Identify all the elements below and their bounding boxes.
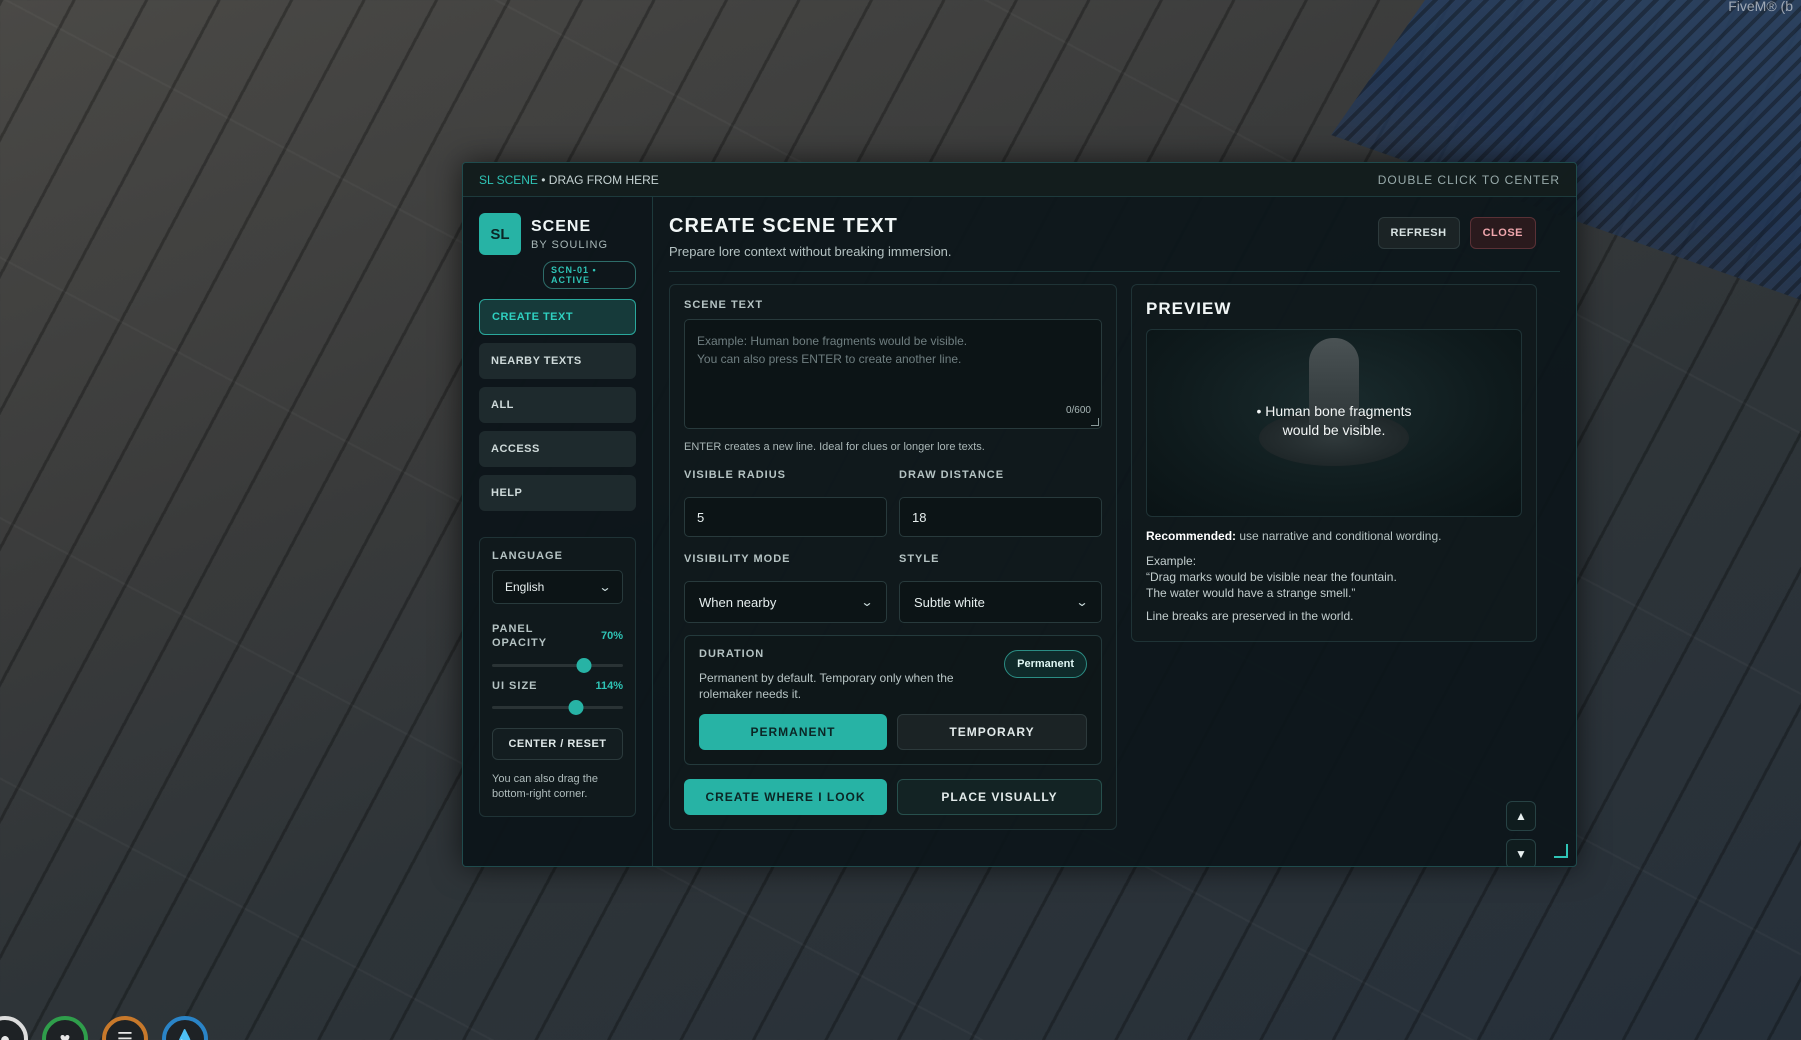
preview-viewport: • Human bone fragments would be visible. xyxy=(1146,329,1522,517)
water-drop-icon: 💧 xyxy=(162,1016,208,1040)
place-visually-button[interactable]: PLACE VISUALLY xyxy=(897,779,1102,815)
style-label: STYLE xyxy=(899,553,940,565)
preview-scene-text: • Human bone fragments would be visible. xyxy=(1147,402,1521,440)
scene-form: SCENE TEXT Example: Human bone fragments… xyxy=(669,284,1117,830)
permanent-button[interactable]: PERMANENT xyxy=(699,714,887,750)
scene-text-placeholder-line1: Example: Human bone fragments would be v… xyxy=(697,334,968,348)
example-line2: The water would have a strange smell.” xyxy=(1146,586,1356,600)
chevron-down-icon: ⌄ xyxy=(598,580,612,594)
recommendation: Recommended: use narrative and condition… xyxy=(1146,529,1522,543)
char-counter: 0/600 xyxy=(1065,405,1091,416)
center-reset-button[interactable]: CENTER / RESET xyxy=(492,728,623,760)
preview-title: PREVIEW xyxy=(1146,299,1232,318)
scene-text-placeholder-line2: You can also press ENTER to create anoth… xyxy=(697,352,962,366)
titlebar[interactable]: SL SCENE • DRAG FROM HERE DOUBLE CLICK T… xyxy=(463,163,1576,197)
logo-badge: SL xyxy=(479,213,521,255)
scene-window: SL SCENE • DRAG FROM HERE DOUBLE CLICK T… xyxy=(462,162,1577,867)
armor-icon: ☰ xyxy=(102,1016,148,1040)
distance-label: DRAW DISTANCE xyxy=(899,469,1005,481)
scene-text-input[interactable]: Example: Human bone fragments would be v… xyxy=(684,319,1102,429)
person-icon: ● xyxy=(0,1016,28,1040)
close-button[interactable]: CLOSE xyxy=(1469,217,1536,249)
radius-input[interactable]: 5 xyxy=(684,497,887,537)
recommendation-text: use narrative and conditional wording. xyxy=(1236,529,1442,543)
preview-panel: PREVIEW • Human bone fragments would be … xyxy=(1131,284,1537,642)
scene-text-help: ENTER creates a new line. Ideal for clue… xyxy=(684,441,985,453)
opacity-slider[interactable] xyxy=(492,658,623,673)
create-where-i-look-button[interactable]: CREATE WHERE I LOOK xyxy=(684,779,887,815)
sidebar-item-all[interactable]: ALL xyxy=(479,387,636,423)
language-value: English xyxy=(505,580,545,594)
player-hud: ● ♥ ☰ 💧 xyxy=(0,1016,208,1040)
distance-input[interactable]: 18 xyxy=(899,497,1102,537)
scroll-controls: ▲ ▼ xyxy=(1506,801,1536,866)
language-label: LANGUAGE xyxy=(492,550,563,562)
sidebar-item-access[interactable]: ACCESS xyxy=(479,431,636,467)
duration-status-badge: Permanent xyxy=(1004,650,1087,678)
style-value: Subtle white xyxy=(914,594,985,610)
ui-size-label: UI SIZE xyxy=(492,680,538,692)
refresh-button[interactable]: REFRESH xyxy=(1377,217,1460,249)
arrow-up-icon[interactable]: ▲ xyxy=(1506,801,1536,831)
app-title: SCENE xyxy=(531,217,592,235)
example-label: Example: xyxy=(1146,554,1197,568)
sidebar-item-help[interactable]: HELP xyxy=(479,475,636,511)
textarea-resize-icon[interactable] xyxy=(1091,418,1099,426)
arrow-down-icon[interactable]: ▼ xyxy=(1506,839,1536,866)
page-title: CREATE SCENE TEXT xyxy=(669,215,898,237)
language-select[interactable]: English ⌄ xyxy=(492,570,623,604)
main-content: CREATE SCENE TEXT Prepare lore context w… xyxy=(653,197,1576,866)
drag-corner-hint: You can also drag the bottom-right corne… xyxy=(492,773,599,800)
visibility-mode-label: VISIBILITY MODE xyxy=(684,553,791,565)
visibility-mode-value: When nearby xyxy=(699,594,777,610)
sidebar-item-create-text[interactable]: CREATE TEXT xyxy=(479,299,636,335)
sidebar-nav: CREATE TEXT NEARBY TEXTS ALL ACCESS HELP xyxy=(479,299,636,511)
opacity-label: PANEL OPACITY xyxy=(492,623,548,649)
duration-description: Permanent by default. Temporary only whe… xyxy=(699,671,954,701)
ui-size-slider[interactable] xyxy=(492,700,623,715)
radius-label: VISIBLE RADIUS xyxy=(684,469,787,481)
scene-text-label: SCENE TEXT xyxy=(684,299,764,311)
titlebar-center-hint: DOUBLE CLICK TO CENTER xyxy=(1377,172,1560,187)
app-subtitle: BY SOULING xyxy=(531,238,609,251)
line-breaks-note: Line breaks are preserved in the world. xyxy=(1146,609,1354,623)
settings-panel: LANGUAGE English ⌄ PANEL OPACITY 70% UI … xyxy=(479,537,636,817)
ui-size-slider-thumb[interactable] xyxy=(568,700,584,715)
duration-section: DURATION Permanent by default. Temporary… xyxy=(684,635,1102,765)
sidebar-item-nearby-texts[interactable]: NEARBY TEXTS xyxy=(479,343,636,379)
recommendation-label: Recommended: xyxy=(1146,529,1237,543)
example-block: Example: “Drag marks would be visible ne… xyxy=(1146,553,1522,601)
sidebar: SL SCENE BY SOULING SCN-01 • ACTIVE CREA… xyxy=(463,197,653,866)
preview-text-line2: would be visible. xyxy=(1282,422,1386,438)
example-line1: “Drag marks would be visible near the fo… xyxy=(1146,570,1397,584)
titlebar-left: SL SCENE • DRAG FROM HERE xyxy=(479,173,659,187)
chevron-down-icon: ⌄ xyxy=(860,595,874,609)
ui-size-value: 114% xyxy=(595,680,623,692)
visibility-mode-select[interactable]: When nearby ⌄ xyxy=(684,581,887,623)
temporary-button[interactable]: TEMPORARY xyxy=(897,714,1087,750)
fivem-watermark: FiveM® (b xyxy=(1728,0,1793,14)
preview-text-line1: • Human bone fragments xyxy=(1256,403,1412,419)
style-select[interactable]: Subtle white ⌄ xyxy=(899,581,1102,623)
heart-icon: ♥ xyxy=(42,1016,88,1040)
page-subtitle: Prepare lore context without breaking im… xyxy=(669,244,952,259)
titlebar-brand: SL SCENE xyxy=(479,172,538,187)
titlebar-drag-hint: • DRAG FROM HERE xyxy=(537,172,659,187)
status-badge: SCN-01 • ACTIVE xyxy=(543,261,636,289)
window-resize-handle[interactable] xyxy=(1554,844,1568,858)
opacity-value: 70% xyxy=(600,630,623,642)
chevron-down-icon: ⌄ xyxy=(1075,595,1089,609)
opacity-slider-thumb[interactable] xyxy=(576,658,592,673)
